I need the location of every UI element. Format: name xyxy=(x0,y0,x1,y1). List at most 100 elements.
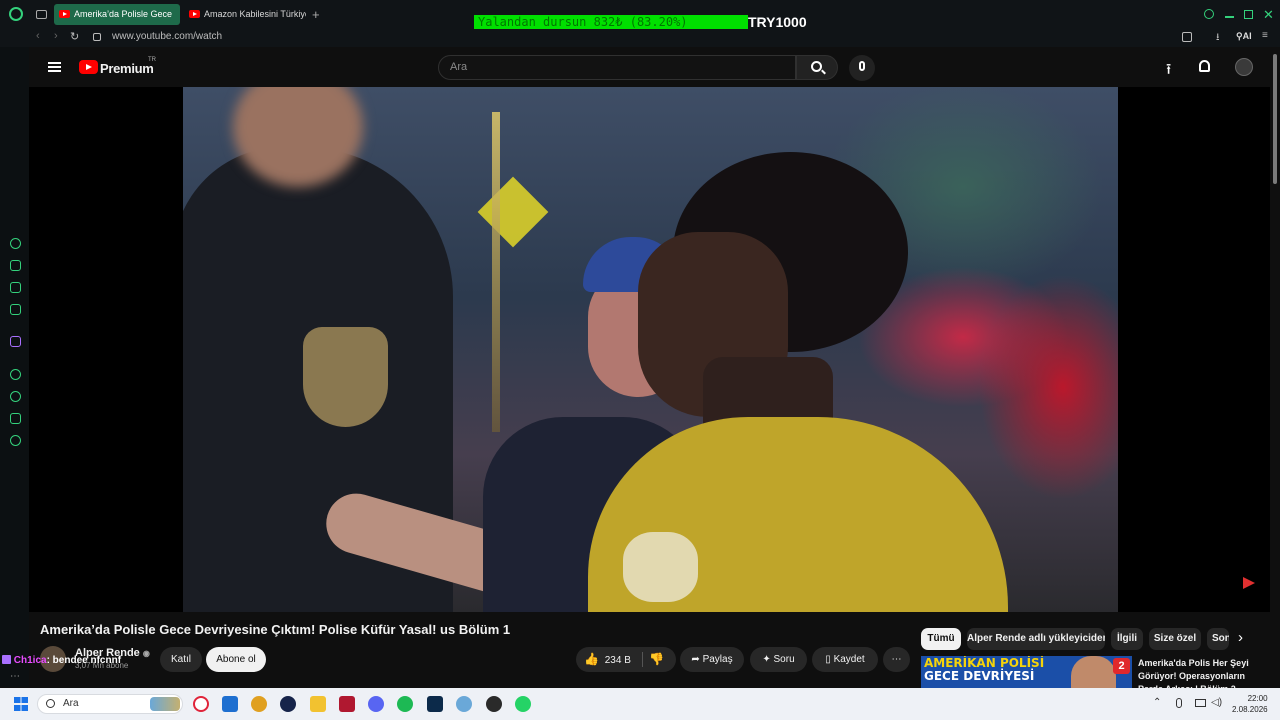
sidebar-settings-icon[interactable] xyxy=(10,435,21,446)
search-tabs-icon[interactable] xyxy=(1204,9,1214,19)
discord-taskbar-icon[interactable] xyxy=(368,696,384,712)
chip-recent[interactable]: Son xyxy=(1207,628,1229,650)
donation-progress-bar: Yalandan dursun 832₺ (83.20%) xyxy=(474,15,748,29)
notifications-bell-icon[interactable] xyxy=(1199,60,1210,72)
steam-taskbar-icon[interactable] xyxy=(280,696,296,712)
search-button[interactable] xyxy=(796,55,838,80)
tab-overview-icon[interactable] xyxy=(36,10,47,19)
tab-label: Amerika’da Polisle Gece xyxy=(74,9,173,19)
chip-from-uploader[interactable]: Alper Rende adlı yükleyiciden xyxy=(967,628,1105,650)
upload-icon[interactable]: ⭱ xyxy=(1166,59,1171,84)
ai-button[interactable]: ⚲AI xyxy=(1236,31,1252,42)
address-bar: ‹ › ↻ www.youtube.com/watch ⭳ ⚲AI ≡ xyxy=(0,29,1280,47)
clock-date: 2.08.2026 xyxy=(1232,705,1268,714)
store-taskbar-icon[interactable] xyxy=(222,696,238,712)
share-icon: ➦ xyxy=(691,654,700,665)
forward-icon[interactable]: › xyxy=(54,30,58,42)
save-button[interactable]: ▯ Kaydet xyxy=(812,647,878,672)
search-input[interactable]: Ara xyxy=(438,55,796,80)
dislike-button[interactable]: 👎 xyxy=(649,647,664,672)
sidebar-m-icon[interactable] xyxy=(10,304,21,315)
thumbnail-text-line2: GECE DEVRİYESİ xyxy=(924,669,1035,683)
opera-logo-icon[interactable] xyxy=(9,7,23,21)
share-button[interactable]: ➦ Paylaş xyxy=(680,647,744,672)
sidebar-aria-icon[interactable] xyxy=(10,238,21,249)
url-field[interactable]: www.youtube.com/watch xyxy=(112,31,222,42)
maximize-button[interactable] xyxy=(1244,10,1253,19)
new-tab-button[interactable]: + xyxy=(312,7,320,22)
like-button[interactable]: 👍 234 B xyxy=(584,647,642,673)
sidebar-history-icon[interactable] xyxy=(10,391,21,402)
whatsapp-taskbar-icon[interactable] xyxy=(515,696,531,712)
tab-inactive[interactable]: Amazon Kabilesini Türkiye’ xyxy=(184,4,306,25)
bookmark-icon: ▯ xyxy=(825,654,831,665)
ask-button[interactable]: ✦ Soru xyxy=(750,647,807,672)
windows-start-icon[interactable] xyxy=(14,697,28,711)
sidebar-notes-icon[interactable] xyxy=(10,282,21,293)
video-logo-watermark-icon[interactable] xyxy=(1243,577,1255,589)
verified-icon: ◉ xyxy=(142,649,150,658)
sidebar-extensions-icon[interactable] xyxy=(10,413,21,424)
file-explorer-taskbar-icon[interactable] xyxy=(310,696,326,712)
tab-active[interactable]: Amerika’da Polisle Gece xyxy=(54,4,180,25)
network-app-taskbar-icon[interactable] xyxy=(456,696,472,712)
subscribe-button[interactable]: Abone ol xyxy=(206,647,266,672)
close-window-button[interactable]: ✕ xyxy=(1263,7,1274,23)
region-code: TR xyxy=(148,57,156,63)
chip-for-you[interactable]: Size özel xyxy=(1149,628,1201,650)
video-player[interactable] xyxy=(29,87,1270,612)
thumbs-down-icon: 👎 xyxy=(649,652,664,666)
save-label: Kaydet xyxy=(833,654,865,665)
reload-icon[interactable]: ↻ xyxy=(70,30,79,43)
youtube-favicon-icon xyxy=(189,10,200,18)
microphone-icon xyxy=(859,61,865,71)
minimize-button[interactable] xyxy=(1225,16,1234,18)
chip-related[interactable]: İlgili xyxy=(1111,628,1143,650)
tray-mic-icon[interactable] xyxy=(1176,698,1182,708)
sidebar-more-icon[interactable]: ⋯ xyxy=(10,671,20,682)
windows-taskbar xyxy=(0,688,1280,720)
youtube-favicon-icon xyxy=(59,10,70,18)
more-actions-button[interactable]: ⋯ xyxy=(883,647,910,672)
back-icon[interactable]: ‹ xyxy=(36,30,40,42)
page-scrollbar[interactable] xyxy=(1273,54,1277,184)
scene-yellow-sign xyxy=(477,176,549,248)
sidebar-player-icon[interactable] xyxy=(10,369,21,380)
sparkle-icon: ✦ xyxy=(762,654,771,665)
chip-all[interactable]: Tümü xyxy=(921,628,961,650)
like-dislike-group: 👍 234 B 👎 xyxy=(576,647,676,672)
join-button[interactable]: Katıl xyxy=(160,647,202,672)
account-avatar[interactable] xyxy=(1235,58,1253,76)
voice-search-button[interactable] xyxy=(849,55,875,81)
download-icon[interactable]: ⭳ xyxy=(1216,30,1220,47)
thumbnail-person xyxy=(1071,656,1116,688)
tray-volume-icon[interactable]: ◁) xyxy=(1211,697,1222,708)
chips-next-chevron-icon[interactable]: › xyxy=(1238,629,1243,646)
video-title: Amerika’da Polisle Gece Devriyesine Çıkt… xyxy=(40,622,511,637)
adobe-taskbar-icon[interactable] xyxy=(339,696,355,712)
photoshop-taskbar-icon[interactable] xyxy=(427,696,443,712)
sidebar-twitch-icon[interactable] xyxy=(10,336,21,347)
recommendation-thumbnail[interactable]: AMERİKAN POLİSİ GECE DEVRİYESİ 2 xyxy=(921,656,1132,688)
opera-taskbar-icon[interactable] xyxy=(193,696,209,712)
app-taskbar-icon[interactable] xyxy=(251,696,267,712)
sidebar-bot-icon[interactable] xyxy=(10,260,21,271)
youtube-premium-label: Premium xyxy=(100,61,154,76)
ask-label: Soru xyxy=(773,654,795,665)
clock-time: 22:00 xyxy=(1247,694,1268,703)
extensions-icon[interactable] xyxy=(1182,32,1192,42)
menu-icon[interactable]: ≡ xyxy=(1262,30,1268,41)
game-taskbar-icon[interactable] xyxy=(486,696,502,712)
chat-message: : bendee nfcnnf xyxy=(46,655,122,666)
recommendation-title[interactable]: Amerika'da Polis Her Şeyi Görüyor! Opera… xyxy=(1138,657,1250,688)
thumbs-up-icon: 👍 xyxy=(584,652,599,666)
thumbnail-text: AMERİKAN POLİSİ GECE DEVRİYESİ xyxy=(924,657,1044,683)
youtube-logo[interactable] xyxy=(79,60,98,74)
taskbar-search-icon xyxy=(46,699,55,708)
tray-chevron-icon[interactable]: ⌃ xyxy=(1153,697,1161,708)
taskbar-clock[interactable]: 22:00 2.08.2026 xyxy=(1232,693,1268,715)
tray-network-icon[interactable] xyxy=(1195,699,1206,707)
hamburger-menu-icon[interactable] xyxy=(48,62,61,72)
donation-progress-text: Yalandan dursun 832₺ (83.20%) xyxy=(478,15,688,29)
spotify-taskbar-icon[interactable] xyxy=(397,696,413,712)
